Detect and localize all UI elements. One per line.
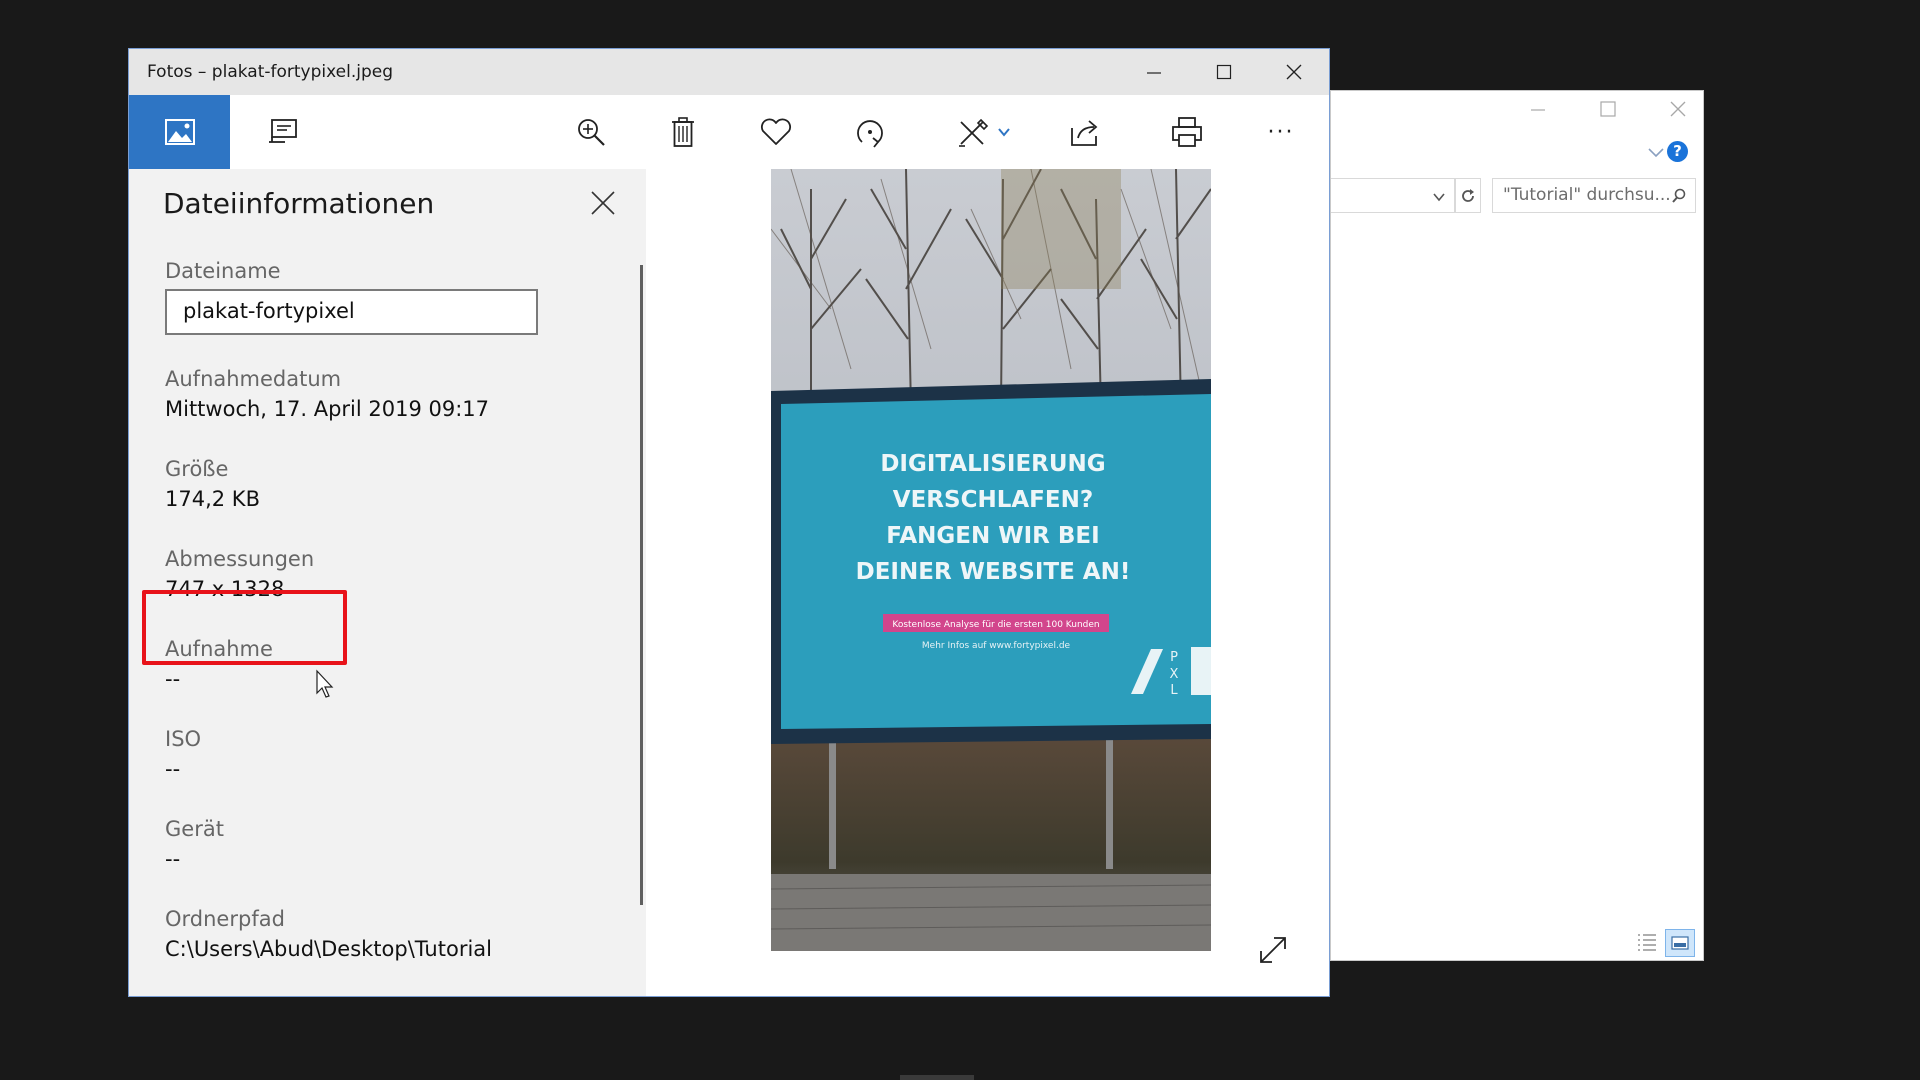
size-label: Größe <box>165 457 229 481</box>
more-icon: ··· <box>1267 119 1295 145</box>
expand-fullscreen-icon[interactable] <box>1257 934 1289 966</box>
address-bar[interactable] <box>1331 178 1455 213</box>
delete-icon <box>672 117 694 147</box>
chevron-down-icon[interactable] <box>1431 189 1447 205</box>
rotate-button[interactable] <box>834 95 906 169</box>
photo-icon <box>164 119 195 145</box>
folder-path-label: Ordnerpfad <box>165 907 285 931</box>
mouse-cursor-icon <box>315 669 335 699</box>
zoom-in-icon <box>578 119 605 146</box>
filename-input[interactable]: plakat-fortypixel <box>165 289 538 335</box>
logo-letter-x: X <box>1170 667 1179 682</box>
iso-label: ISO <box>165 727 202 751</box>
maximize-icon[interactable] <box>1593 93 1623 123</box>
close-icon <box>1286 64 1302 80</box>
folder-path-value: C:\Users\Abud\Desktop\Tutorial <box>165 937 492 961</box>
search-input[interactable]: "Tutorial" durchsu... <box>1492 178 1696 213</box>
billboard-tagline: Kostenlose Analyse für die ersten 100 Ku… <box>892 620 1099 630</box>
size-value: 174,2 KB <box>165 487 260 511</box>
more-button[interactable]: ··· <box>1245 95 1317 169</box>
filename-label: Dateiname <box>165 259 281 283</box>
details-view-icon[interactable] <box>1635 931 1659 953</box>
search-placeholder: "Tutorial" durchsu... <box>1503 185 1671 205</box>
iso-value: -- <box>165 757 181 781</box>
date-value: Mittwoch, 17. April 2019 09:17 <box>165 397 490 421</box>
billboard-line-1: DIGITALISIERUNG <box>880 451 1105 477</box>
print-button[interactable] <box>1151 95 1223 169</box>
zoom-button[interactable] <box>555 95 627 169</box>
device-value: -- <box>165 847 181 871</box>
minimize-button[interactable] <box>1119 49 1189 95</box>
device-label: Gerät <box>165 817 224 841</box>
help-icon[interactable]: ? <box>1667 141 1688 162</box>
file-info-panel: Dateiinformationen Dateiname plakat-fort… <box>129 169 646 996</box>
billboard-line-4: DEINER WEBSITE AN! <box>856 559 1131 585</box>
window-title: Fotos – plakat-fortypixel.jpeg <box>147 62 394 82</box>
photo-viewer-image[interactable]: DIGITALISIERUNG VERSCHLAFEN? FANGEN WIR … <box>771 169 1211 951</box>
search-icon[interactable] <box>1671 188 1687 204</box>
date-label: Aufnahmedatum <box>165 367 342 391</box>
logo-letter-l: L <box>1170 683 1178 698</box>
dimensions-label: Abmessungen <box>165 547 315 571</box>
photos-app-window[interactable]: Fotos – plakat-fortypixel.jpeg ··· Datei… <box>128 48 1330 997</box>
panel-scrollbar[interactable] <box>640 265 643 905</box>
panel-title: Dateiinformationen <box>163 187 435 220</box>
delete-button[interactable] <box>647 95 719 169</box>
share-icon <box>1071 120 1098 146</box>
refresh-icon[interactable] <box>1455 178 1481 213</box>
slideshow-button[interactable] <box>247 95 319 169</box>
rotate-icon <box>857 120 883 148</box>
ribbon-expand-chevron-icon[interactable] <box>1645 141 1667 163</box>
tab-photo[interactable] <box>129 95 230 169</box>
slideshow-icon <box>269 119 297 143</box>
title-bar: Fotos – plakat-fortypixel.jpeg <box>129 49 1329 95</box>
toolbar: ··· <box>129 95 1329 169</box>
large-icons-view-icon[interactable] <box>1665 929 1695 957</box>
minimize-icon[interactable] <box>1523 93 1553 123</box>
explorer-window[interactable]: ? "Tutorial" durchsu... <box>1330 90 1704 961</box>
taskbar-indicator <box>900 1075 974 1080</box>
dimensions-highlight-box <box>142 590 347 665</box>
logo-letter-p: P <box>1170 650 1178 665</box>
maximize-button[interactable] <box>1189 49 1259 95</box>
minimize-icon <box>1147 72 1161 74</box>
edit-draw-icon <box>959 118 989 147</box>
maximize-icon <box>1216 64 1232 80</box>
close-icon[interactable] <box>1663 93 1693 123</box>
panel-close-button[interactable] <box>589 189 617 217</box>
capture-value: -- <box>165 667 181 691</box>
billboard-line-3: FANGEN WIR BEI <box>886 523 1099 549</box>
billboard-photo: DIGITALISIERUNG VERSCHLAFEN? FANGEN WIR … <box>771 169 1211 951</box>
edit-create-button[interactable] <box>939 95 1029 169</box>
billboard-line-2: VERSCHLAFEN? <box>893 487 1093 513</box>
print-icon <box>1172 117 1202 147</box>
close-button[interactable] <box>1259 49 1329 95</box>
heart-icon <box>760 118 792 145</box>
favorite-button[interactable] <box>740 95 812 169</box>
share-button[interactable] <box>1049 95 1121 169</box>
close-icon <box>591 191 615 215</box>
chevron-down-icon <box>998 128 1010 137</box>
billboard-info: Mehr Infos auf www.fortypixel.de <box>922 641 1071 651</box>
